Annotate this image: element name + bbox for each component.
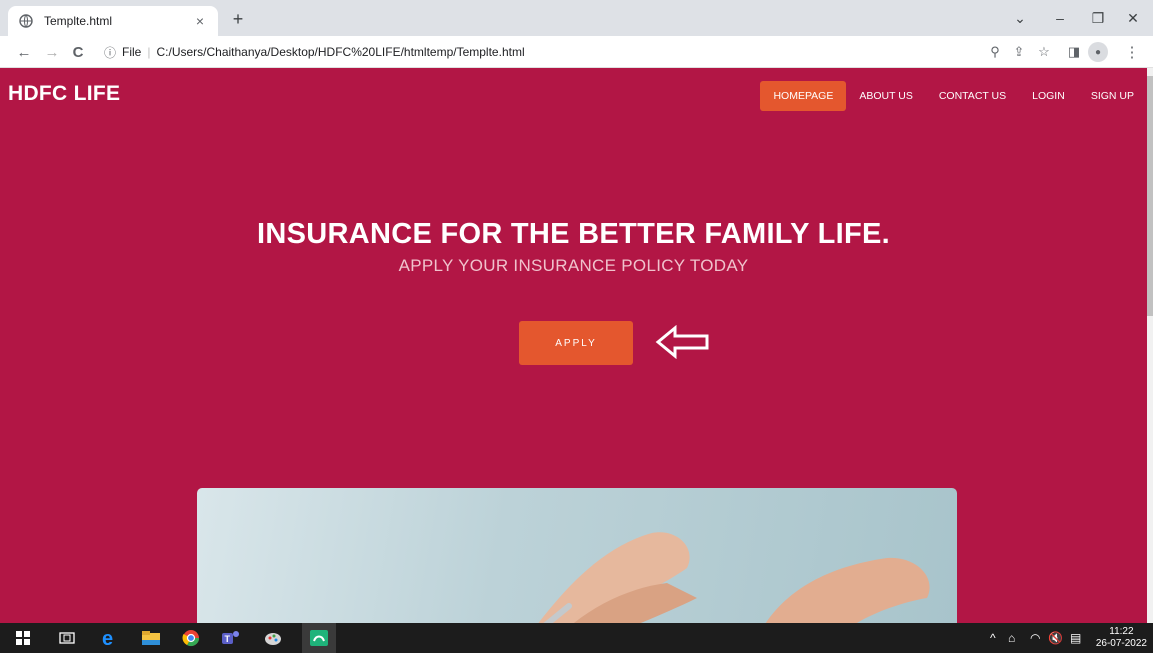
restore-button[interactable]: ❐ xyxy=(1078,0,1118,36)
nav-about-us[interactable]: ABOUT US xyxy=(846,81,925,111)
paint-icon[interactable] xyxy=(256,623,290,653)
windows-taskbar: e T ^ ⌂ ◠ 🔇 ▤ 11:22 26-07-2022 xyxy=(0,623,1153,653)
page-scrollbar[interactable] xyxy=(1147,68,1153,623)
nav-sign-up[interactable]: SIGN UP xyxy=(1078,81,1147,111)
network-icon[interactable]: ⌂ xyxy=(1008,623,1015,653)
tab-close-icon[interactable]: × xyxy=(192,13,208,29)
left-arrow-icon xyxy=(655,325,709,359)
volume-muted-icon[interactable]: 🔇 xyxy=(1048,623,1063,653)
site-brand[interactable]: HDFC LIFE xyxy=(8,82,120,106)
minimize-button[interactable]: – xyxy=(1040,0,1080,36)
file-explorer-icon[interactable] xyxy=(134,623,168,653)
system-clock[interactable]: 11:22 26-07-2022 xyxy=(1096,626,1147,650)
nav-login[interactable]: LOGIN xyxy=(1019,81,1078,111)
address-bar[interactable]: ⓘ File | C:/Users/Chaithanya/Desktop/HDF… xyxy=(104,40,1044,64)
share-icon[interactable]: ⇪ xyxy=(1009,42,1029,62)
tab-title: Templte.html xyxy=(44,14,113,28)
clock-time: 11:22 xyxy=(1109,626,1134,637)
notifications-icon[interactable]: ▤ xyxy=(1070,623,1081,653)
back-button[interactable]: ← xyxy=(14,42,34,62)
web-page: HDFC LIFE HOMEPAGE ABOUT US CONTACT US L… xyxy=(0,68,1147,623)
forward-button[interactable]: → xyxy=(42,42,62,62)
globe-icon xyxy=(18,13,34,29)
hero-title: INSURANCE FOR THE BETTER FAMILY LIFE. xyxy=(256,218,891,250)
browser-toolbar: ← → C ⓘ File | C:/Users/Chaithanya/Deskt… xyxy=(0,36,1153,68)
profile-avatar-icon[interactable]: ● xyxy=(1088,42,1108,62)
site-nav: HOMEPAGE ABOUT US CONTACT US LOGIN SIGN … xyxy=(760,81,1147,111)
hero-subtitle: APPLY YOUR INSURANCE POLICY TODAY xyxy=(398,256,749,275)
nav-homepage[interactable]: HOMEPAGE xyxy=(760,81,847,111)
menu-kebab-icon[interactable]: ⋮ xyxy=(1122,42,1142,62)
windows-start-icon[interactable] xyxy=(6,623,40,653)
nav-contact-us[interactable]: CONTACT US xyxy=(926,81,1019,111)
edge-icon[interactable]: e xyxy=(92,623,126,653)
svg-text:T: T xyxy=(225,634,231,644)
url-text[interactable]: C:/Users/Chaithanya/Desktop/HDFC%20LIFE/… xyxy=(156,45,524,59)
task-view-icon[interactable] xyxy=(50,623,84,653)
svg-text:e: e xyxy=(102,628,113,648)
new-tab-button[interactable]: + xyxy=(228,9,248,29)
chrome-icon[interactable] xyxy=(174,623,208,653)
tab-search-dropdown-icon[interactable]: ⌄ xyxy=(1000,0,1040,36)
info-icon[interactable]: ⓘ xyxy=(104,44,116,61)
scheme-label: File xyxy=(122,45,142,59)
zoom-icon[interactable]: ⚲ xyxy=(985,42,1005,62)
close-window-button[interactable]: ✕ xyxy=(1113,0,1153,36)
scrollbar-thumb[interactable] xyxy=(1147,76,1153,316)
reload-button[interactable]: C xyxy=(68,42,88,62)
remote-icon[interactable] xyxy=(302,623,336,653)
bookmark-star-icon[interactable]: ☆ xyxy=(1034,42,1054,62)
wifi-icon[interactable]: ◠ xyxy=(1030,623,1040,653)
clock-date: 26-07-2022 xyxy=(1095,638,1147,649)
browser-tab[interactable]: Templte.html × xyxy=(8,6,218,36)
address-separator: | xyxy=(147,45,151,59)
hero-image-hands xyxy=(197,488,957,623)
side-panel-icon[interactable]: ◨ xyxy=(1064,42,1084,62)
teams-icon[interactable]: T xyxy=(214,623,248,653)
browser-tab-bar: Templte.html × + ⌄ – ❐ ✕ xyxy=(0,0,1153,36)
tray-overflow-icon[interactable]: ^ xyxy=(990,623,996,653)
apply-button[interactable]: APPLY xyxy=(519,321,633,365)
